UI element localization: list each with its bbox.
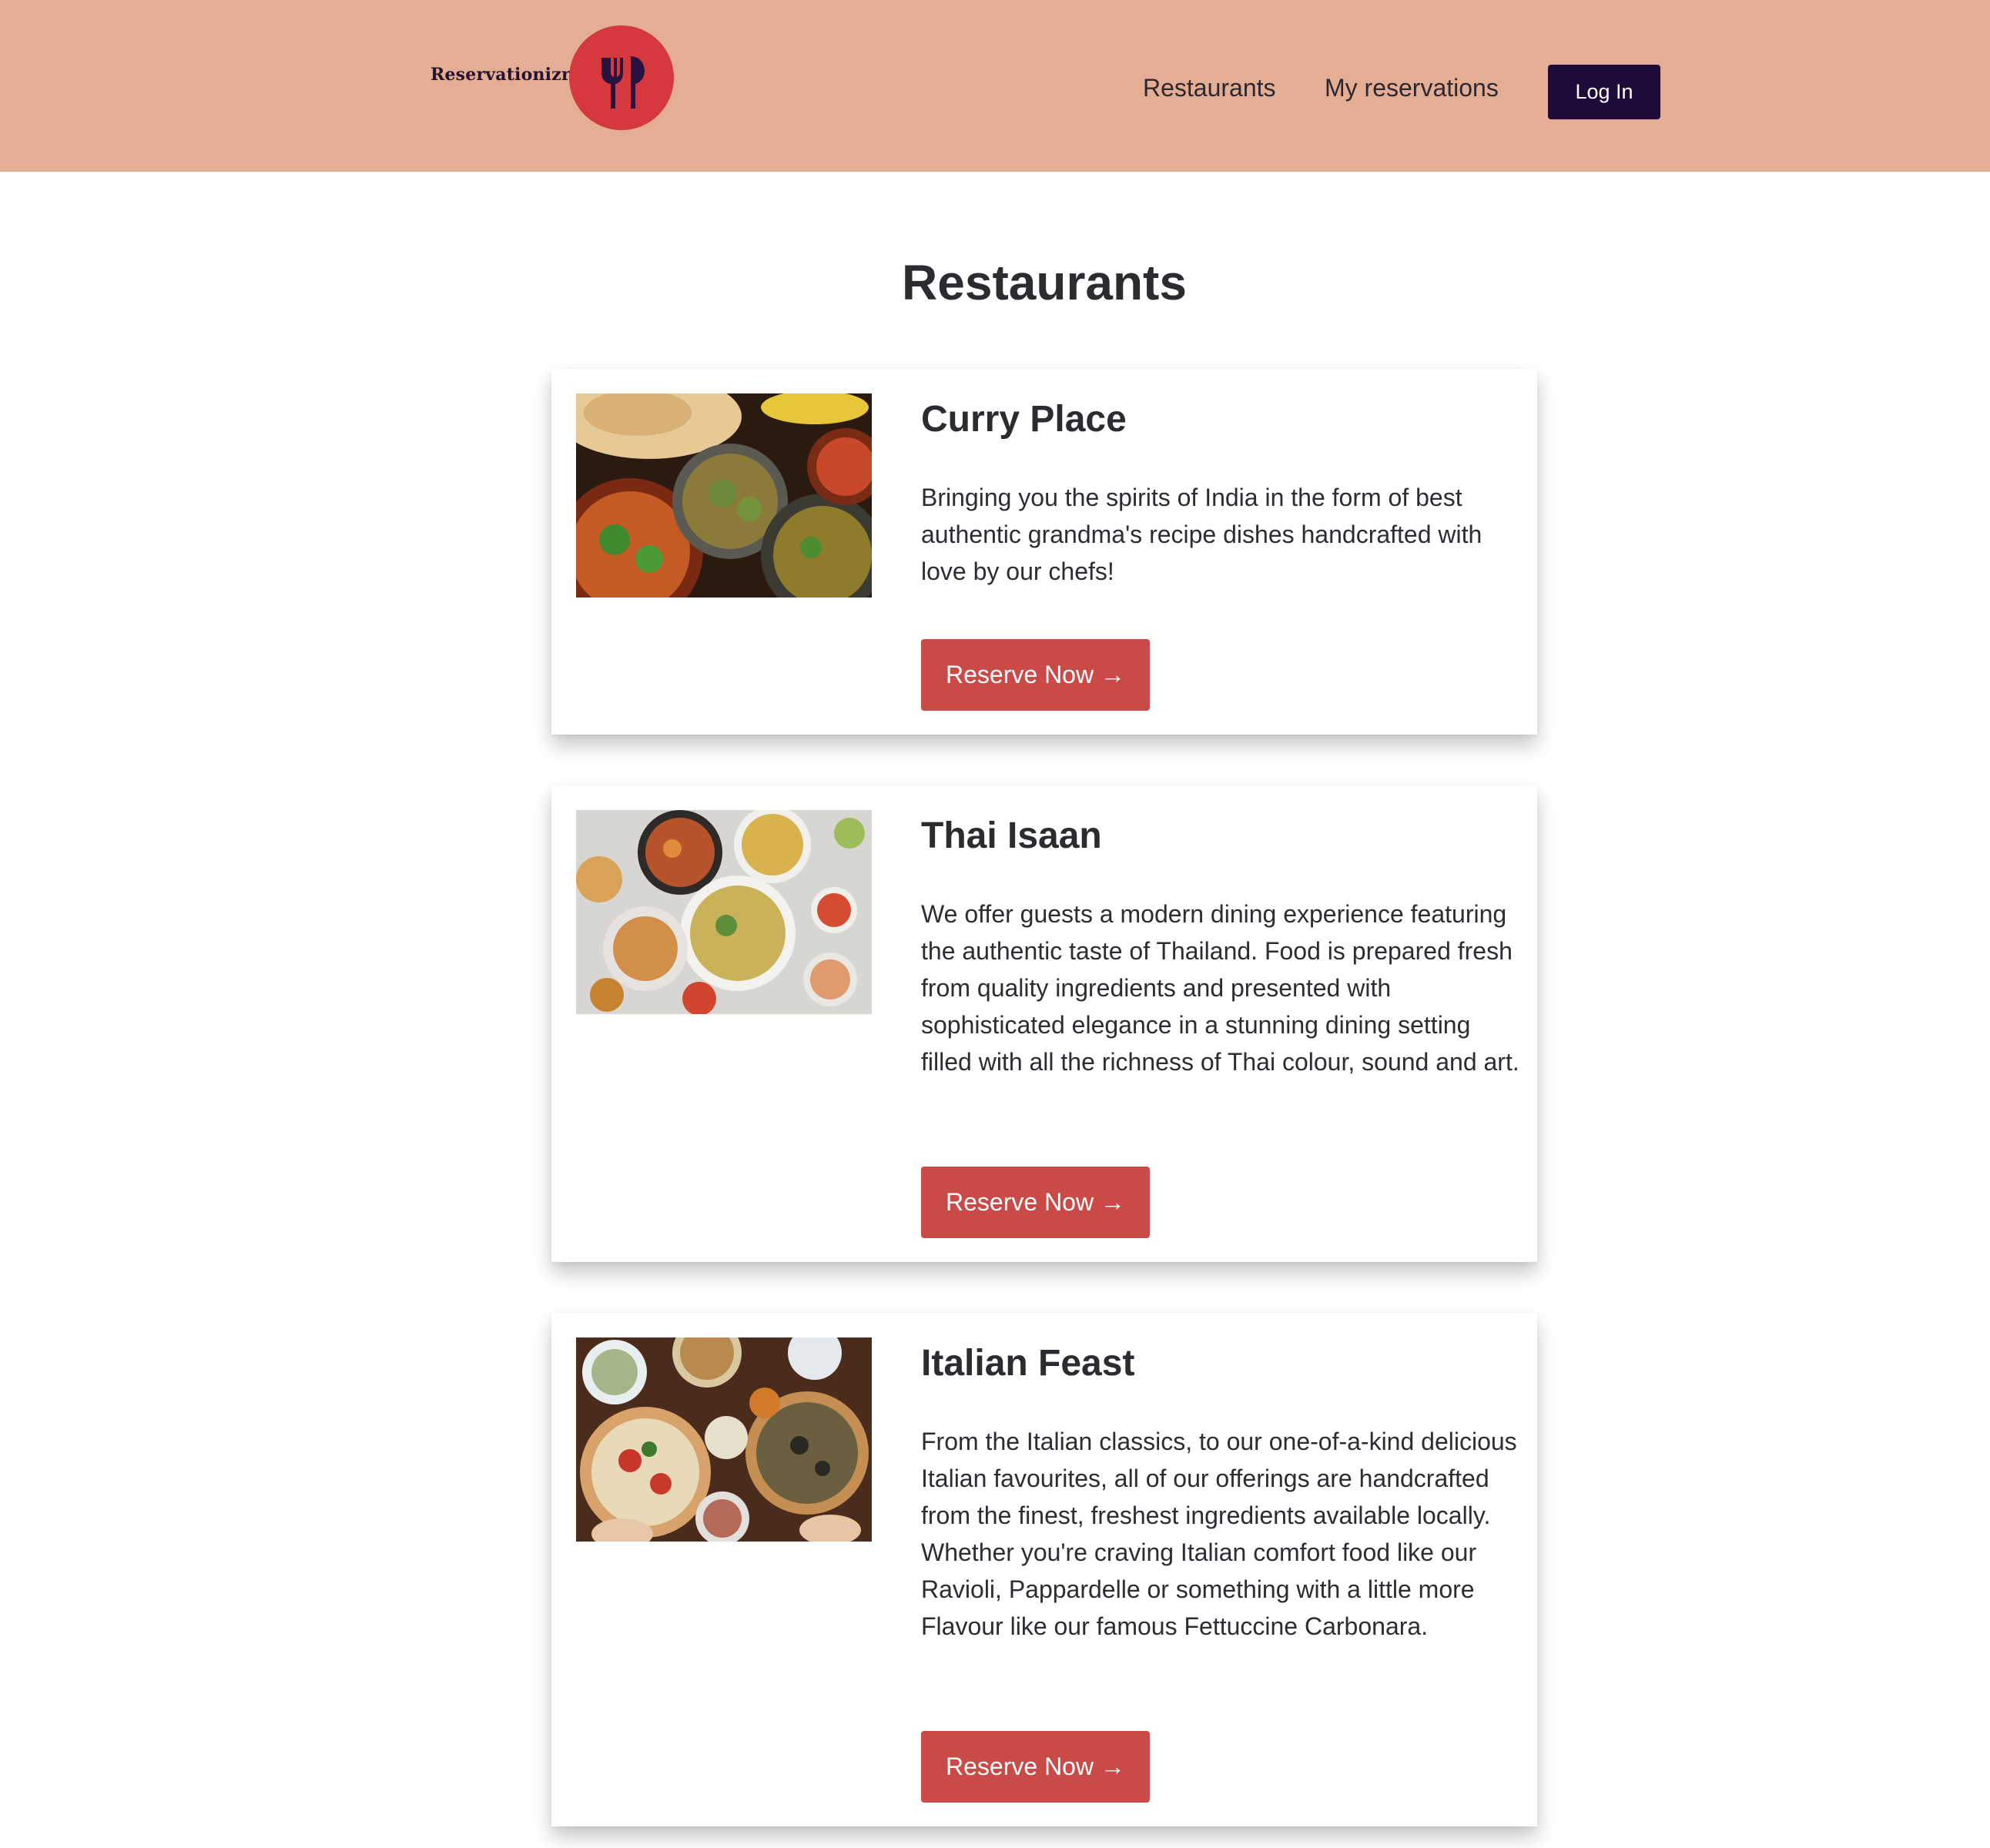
restaurant-description: We offer guests a modern dining experien…	[921, 900, 1519, 1076]
login-button[interactable]: Log In	[1548, 65, 1660, 119]
reserve-now-button[interactable]: Reserve Now →	[921, 1167, 1150, 1238]
restaurant-card: Curry Place Bringing you the spirits of …	[551, 369, 1537, 735]
restaurant-card: Italian Feast From the Italian classics,…	[551, 1313, 1537, 1826]
restaurant-photo-curry-place	[576, 393, 872, 598]
nav-restaurants-link[interactable]: Restaurants	[1143, 74, 1276, 102]
brand-name[interactable]: Reservationizr	[430, 65, 571, 85]
restaurant-photo-thai-isaan	[576, 810, 872, 1014]
fork-and-knife-icon[interactable]	[569, 25, 674, 130]
restaurant-description: Bringing you the spirits of India in the…	[921, 484, 1482, 585]
reserve-now-button[interactable]: Reserve Now →	[921, 639, 1150, 711]
restaurant-name: Italian Feast	[921, 1343, 1135, 1384]
site-header: Reservationizr Restaurants My reservatio…	[0, 0, 1990, 172]
page-title: Restaurants	[902, 255, 1187, 310]
restaurant-card: Thai Isaan We offer guests a modern dini…	[551, 785, 1537, 1262]
nav-my-reservations-link[interactable]: My reservations	[1325, 74, 1499, 102]
restaurant-photo-italian-feast	[576, 1337, 872, 1542]
restaurant-name: Curry Place	[921, 399, 1127, 440]
reserve-now-button[interactable]: Reserve Now →	[921, 1731, 1150, 1803]
restaurant-description: From the Italian classics, to our one-of…	[921, 1428, 1517, 1640]
restaurant-name: Thai Isaan	[921, 815, 1102, 856]
